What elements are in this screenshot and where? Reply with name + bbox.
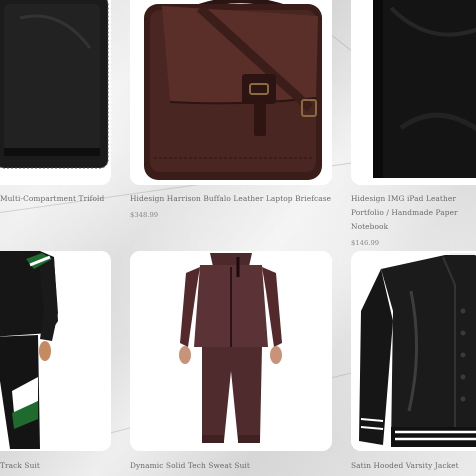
product-card-track-suit[interactable] xyxy=(0,251,111,451)
product-price: $348.99 xyxy=(130,211,159,219)
product-name[interactable]: Satin Hooded Varsity Jacket xyxy=(351,459,476,473)
product-card-trifold[interactable] xyxy=(0,0,111,185)
black-satin-varsity-jacket-icon xyxy=(351,251,476,451)
black-green-tracksuit-icon xyxy=(0,251,111,451)
product-card-varsity-jacket[interactable] xyxy=(351,251,476,451)
product-card-sweat-suit[interactable] xyxy=(130,251,332,451)
brown-leather-briefcase-icon xyxy=(130,0,332,185)
product-name[interactable]: Multi-Compartment Trifold xyxy=(0,192,128,206)
product-card-portfolio[interactable] xyxy=(351,0,476,185)
black-trifold-wallet-icon xyxy=(0,0,111,185)
product-name[interactable]: Hidesign Harrison Buffalo Leather Laptop… xyxy=(130,192,340,206)
product-price: $146.99 xyxy=(351,239,380,247)
product-name[interactable]: Hidesign IMG iPad Leather Portfolio / Ha… xyxy=(351,192,476,234)
product-name[interactable]: Dynamic Solid Tech Sweat Suit xyxy=(130,459,340,473)
maroon-sweat-suit-icon xyxy=(130,251,332,451)
product-card-briefcase[interactable] xyxy=(130,0,332,185)
product-name[interactable]: Track Suit xyxy=(0,459,128,473)
black-leather-portfolio-icon xyxy=(351,0,476,185)
